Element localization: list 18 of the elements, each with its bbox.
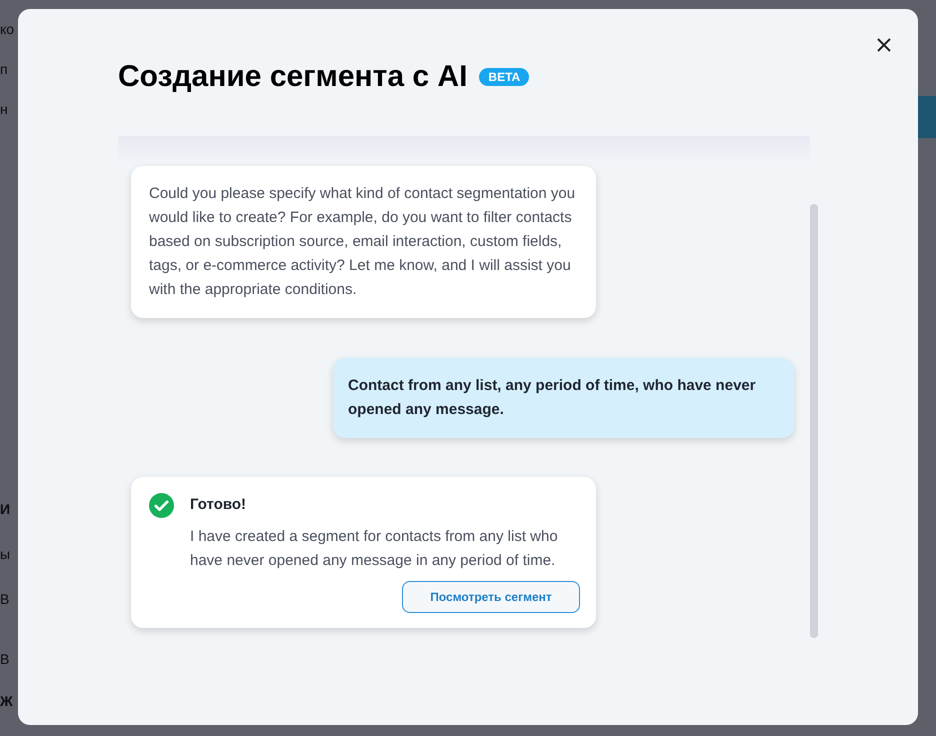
page-text: В <box>0 650 10 668</box>
scrollbar[interactable] <box>810 204 818 638</box>
user-message: Contact from any list, any period of time, who have never opened any message. <box>333 358 794 438</box>
view-segment-button[interactable]: Посмотреть сегмент <box>402 581 580 613</box>
page-text: ко <box>0 20 14 38</box>
page-button-background <box>918 96 936 138</box>
result-title: Готово! <box>190 495 248 515</box>
page-text: И <box>0 500 10 518</box>
page-text: п <box>0 60 8 78</box>
modal-title: Создание сегмента с AI <box>118 59 468 95</box>
result-text: I have created a segment for contacts from any list who have never opened any message in any period of time. <box>190 527 559 571</box>
page-text: ы <box>0 545 10 563</box>
page-text: Ж <box>0 692 13 710</box>
page-text: В <box>0 590 10 608</box>
check-circle-icon <box>149 493 174 518</box>
page-text: н <box>0 100 8 118</box>
beta-badge: BETA <box>479 68 530 86</box>
assistant-message: Could you please specify what kind of contact segmentation you would like to create? For example, do you want to filter contacts based on subscription source, email interaction, custom fields, tags, or e-commerce activity? Let me know, and I will assist you with the appropriate conditions. <box>131 166 596 318</box>
